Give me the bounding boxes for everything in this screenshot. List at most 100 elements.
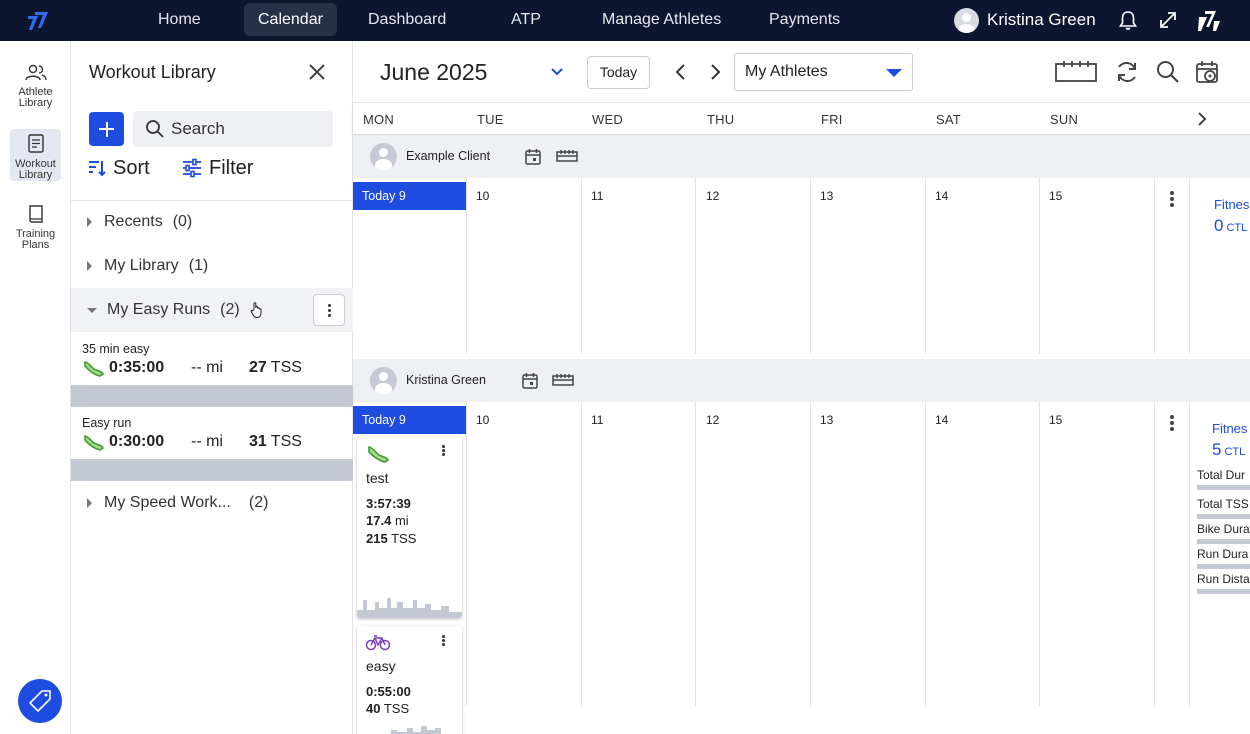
athlete-avatar [370,367,397,394]
athlete-name: Example Client [406,149,491,163]
day-header: SUN [1050,112,1079,127]
calendar-icon[interactable] [525,148,541,165]
date-number: 11 [591,189,604,203]
folder-my-easy-runs[interactable]: My Easy Runs (2) [71,288,353,332]
chevron-right-icon[interactable] [1196,112,1208,126]
week-view-icon[interactable] [1055,59,1097,85]
summary-bar [1197,514,1250,519]
rail-training-plans[interactable]: Training Plans [10,199,61,251]
grid-line [581,178,582,354]
search-input[interactable]: Search [133,111,333,147]
summary-label: Run Dura [1197,547,1249,561]
athlete-row-kristina-green[interactable]: Kristina Green [353,359,1250,402]
summary-bar [1197,564,1250,569]
library-workout-item[interactable]: 35 min easy 0:35:00 -- mi 27 TSS [71,333,353,407]
workout-tss-unit: TSS [270,433,302,450]
grid-line [1039,178,1040,354]
day-header: WED [592,112,623,127]
left-rail: Athlete Library Workout Library Training… [0,41,71,734]
date-number: 14 [935,413,949,427]
book-icon [28,205,43,223]
bell-icon[interactable] [1117,9,1139,31]
athlete-select[interactable]: My Athletes [734,53,913,91]
rail-label: Training Plans [15,228,56,251]
workout-card-test[interactable]: test 3:57:39 17.4 mi 215 TSS [357,436,462,618]
calendar-area: June 2025 Today My Athletes MON TUE WED … [353,41,1250,734]
workout-name: 35 min easy [82,342,150,356]
close-icon[interactable] [306,61,328,83]
library-workout-item[interactable]: Easy run 0:30:00 -- mi 31 TSS [71,407,353,481]
day-header-row: MON TUE WED THU FRI SAT SUN [353,102,1250,135]
grid-line [581,402,582,706]
nav-payments[interactable]: Payments [755,3,854,36]
refresh-icon[interactable] [1114,59,1140,85]
rail-athlete-library[interactable]: Athlete Library [10,59,61,109]
workout-card-easy[interactable]: easy 0:55:00 40 TSS [357,626,462,734]
week-view-icon[interactable] [552,373,574,387]
workout-library-panel: Workout Library Search Sort Filter Recen… [71,41,353,734]
more-vertical-icon [328,304,331,307]
calendar-settings-icon[interactable] [1195,59,1221,85]
folder-my-library[interactable]: My Library (1) [71,244,353,288]
workout-profile-bar [71,385,353,407]
nav-atp[interactable]: ATP [497,3,555,36]
more-vertical-icon[interactable] [1170,415,1174,419]
athlete-name: Kristina Green [406,373,486,387]
ctl-value: 0 CTL [1214,216,1247,236]
today-date-chip[interactable]: Today 9 [353,406,466,434]
chevron-down-icon[interactable] [550,67,564,77]
summary-bar [1197,589,1250,594]
card-tss-value: 215 [366,531,388,546]
fitness-label: Fitnes [1212,421,1248,436]
workout-profile-bar [71,459,353,481]
tag-button[interactable] [18,679,62,723]
more-vertical-icon[interactable] [442,445,445,448]
day-header: TUE [477,112,504,127]
today-button[interactable]: Today [587,56,650,89]
run-shoe-icon [368,446,389,463]
card-title: test [366,470,389,486]
workout-tss-unit: TSS [270,359,302,376]
expand-icon[interactable] [1157,9,1179,31]
trainingpeaks-logo-icon[interactable] [26,8,52,32]
chevron-right-icon[interactable] [707,63,723,81]
more-vertical-icon[interactable] [1170,191,1174,195]
card-distance-unit: mi [394,513,409,528]
day-header: MON [363,112,394,127]
chevron-left-icon[interactable] [673,63,689,81]
folder-count: (0) [172,213,193,230]
date-number: 13 [820,189,834,203]
app-logo-icon[interactable] [1196,7,1222,33]
user-menu[interactable]: Kristina Green [954,7,1096,33]
search-icon[interactable] [1155,59,1181,85]
folder-my-speed-work[interactable]: My Speed Work... (2) [71,481,353,525]
add-workout-button[interactable] [89,112,124,146]
folder-menu-button[interactable] [313,294,345,326]
rail-workout-library[interactable]: Workout Library [10,129,61,181]
sort-button[interactable]: Sort [87,155,150,181]
card-duration-value: 0:55:00 [366,684,411,699]
run-shoe-icon [84,361,104,377]
filter-button[interactable]: Filter [181,155,253,181]
ctl-number: 0 [1214,216,1224,235]
nav-manage-athletes[interactable]: Manage Athletes [588,3,735,36]
library-icon [27,134,44,153]
date-number: 12 [706,413,720,427]
nav-calendar[interactable]: Calendar [244,3,337,36]
date-number: 15 [1049,413,1063,427]
nav-dashboard[interactable]: Dashboard [354,3,460,36]
athlete-row-example-client[interactable]: Example Client [353,135,1250,178]
folder-recents[interactable]: Recents (0) [71,200,353,244]
date-number: 12 [706,189,720,203]
today-date-chip[interactable]: Today 9 [353,182,466,210]
rail-label: Workout Library [15,158,56,181]
more-vertical-icon[interactable] [442,635,445,638]
workout-distance: -- mi [191,359,223,376]
card-duration-value: 3:57:39 [366,496,411,511]
dropdown-triangle-icon [886,69,902,77]
nav-home[interactable]: Home [144,3,215,36]
calendar-icon[interactable] [522,372,538,389]
month-title[interactable]: June 2025 [380,59,487,86]
week-view-icon[interactable] [556,149,578,163]
grid-line [1189,178,1190,354]
